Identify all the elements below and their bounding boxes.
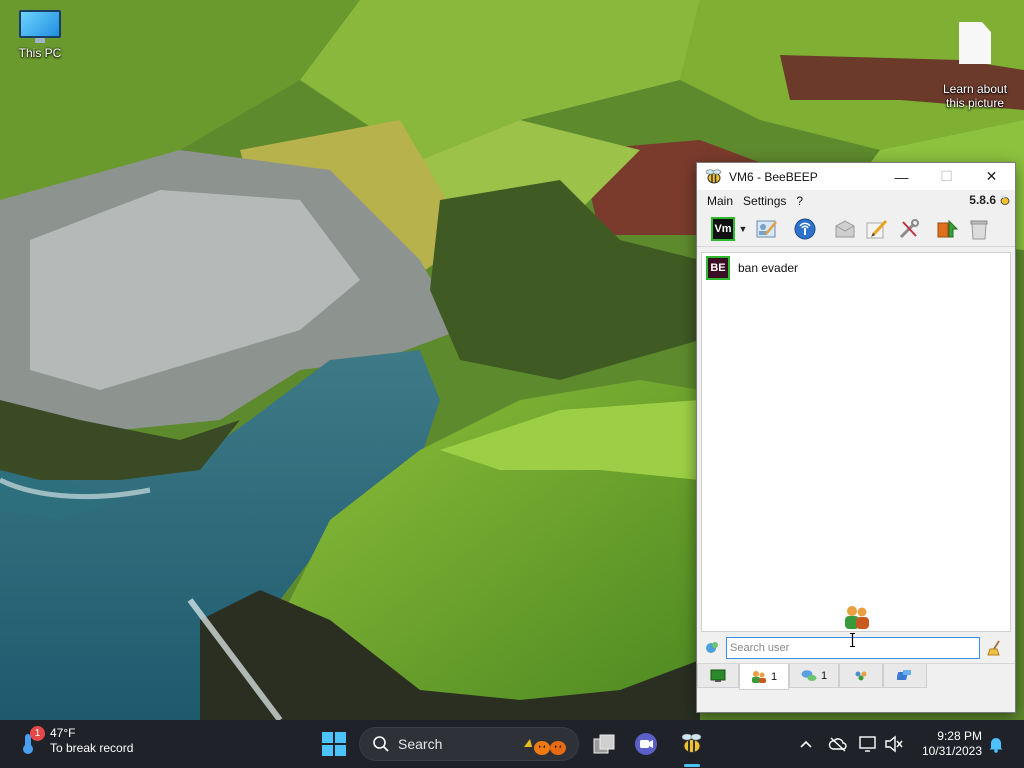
computer-icon [19, 10, 61, 43]
status-button[interactable]: Vm [711, 217, 735, 241]
menu-settings[interactable]: Settings [738, 194, 791, 208]
notifications-button[interactable] [986, 734, 1006, 754]
desktop-icon-learn-about-picture[interactable]: Learn about this picture [934, 8, 1016, 124]
taskbar: 1 47°F To break record Search 9:28 PM 10… [0, 720, 1024, 768]
tools-icon [899, 219, 919, 239]
bee-icon [1000, 195, 1010, 205]
weather-temperature: 47°F [50, 726, 76, 740]
users-icon [842, 603, 872, 631]
minimize-button[interactable]: — [879, 163, 924, 190]
clear-search-button[interactable] [986, 639, 1004, 657]
clock-time: 9:28 PM [937, 729, 982, 743]
bee-icon [705, 168, 723, 185]
tab-local[interactable] [697, 664, 739, 688]
notification-badge: 1 [30, 726, 45, 741]
search-icon [373, 736, 389, 752]
tab-users[interactable]: 1 [739, 664, 789, 690]
display-network-icon [859, 736, 876, 752]
search-label: Search [398, 736, 443, 752]
task-view-button[interactable] [590, 730, 618, 758]
menu-bar: Main Settings ? 5.8.6 [697, 190, 1015, 212]
list-item[interactable]: BE ban evader [702, 253, 1010, 283]
edit-button[interactable] [863, 215, 891, 243]
text-cursor-icon [850, 633, 855, 647]
title-bar[interactable]: VM6 - BeeBEEP — ☐ ✕ [697, 163, 1015, 190]
chevron-down-icon: ▼ [738, 224, 748, 234]
thermometer-icon: 1 [18, 726, 45, 756]
desktop-icon-label: This PC [18, 46, 62, 60]
weather-widget[interactable]: 1 47°F To break record [18, 726, 133, 756]
menu-main[interactable]: Main [702, 194, 738, 208]
trash-icon [970, 220, 988, 240]
start-button[interactable] [322, 732, 346, 756]
document-icon [959, 22, 991, 64]
message-button[interactable] [831, 215, 859, 243]
windows-logo-icon [322, 732, 333, 743]
clock-date: 10/31/2023 [921, 744, 982, 758]
active-app-indicator [684, 764, 700, 767]
broom-icon [987, 640, 1000, 656]
delete-button[interactable] [965, 215, 993, 243]
system-clock[interactable]: 9:28 PM 10/31/2023 [912, 729, 982, 759]
update-icon [937, 219, 959, 238]
tab-chats[interactable]: 1 [789, 664, 839, 688]
bottom-tab-bar: 1 1 [697, 663, 1015, 690]
user-name: ban evader [738, 261, 799, 275]
pen-icon [866, 219, 888, 239]
menu-help[interactable]: ? [791, 194, 808, 208]
halloween-pumpkins-icon [524, 739, 566, 755]
maximize-button[interactable]: ☐ [924, 163, 969, 190]
weather-caption: To break record [50, 741, 134, 755]
network-icon [794, 218, 816, 240]
share-icon [897, 669, 911, 680]
close-button[interactable]: ✕ [969, 163, 1014, 190]
toolbar: Vm ▼ [697, 212, 1015, 247]
onedrive-button[interactable] [828, 734, 848, 754]
network-button[interactable] [791, 215, 819, 243]
tab-share[interactable] [883, 664, 927, 688]
profile-edit-icon [756, 220, 777, 238]
version-label: 5.8.6 [969, 193, 1011, 207]
profile-edit-button[interactable] [753, 215, 781, 243]
speaker-muted-icon [885, 735, 903, 753]
message-icon [835, 220, 855, 238]
volume-button[interactable] [884, 734, 904, 754]
search-filter-icon [704, 640, 720, 656]
network-status-button[interactable] [858, 734, 878, 754]
tab-users-count: 1 [770, 670, 778, 683]
groups-icon [855, 671, 867, 680]
cloud-off-icon [828, 737, 847, 752]
show-hidden-icons-button[interactable] [796, 734, 816, 754]
chevron-up-icon [800, 740, 812, 748]
chat-icon [801, 669, 817, 681]
bee-icon [681, 733, 702, 753]
monitor-icon [710, 669, 726, 682]
update-button[interactable] [933, 215, 961, 243]
desktop-icon-this-pc[interactable]: This PC [0, 10, 80, 60]
video-call-icon [635, 733, 657, 755]
search-bar [701, 635, 1011, 661]
taskbar-search-box[interactable]: Search [359, 727, 579, 761]
meet-app-button[interactable] [632, 730, 660, 758]
desktop-icon-label: Learn about this picture [942, 82, 1008, 110]
tab-chats-count: 1 [820, 669, 828, 682]
window-title: VM6 - BeeBEEP [729, 169, 818, 184]
bell-icon [989, 738, 1003, 753]
beebeep-taskbar-button[interactable] [678, 730, 706, 758]
avatar: BE [706, 256, 730, 280]
task-view-icon [593, 734, 615, 754]
version-number: 5.8.6 [969, 193, 996, 207]
tools-button[interactable] [895, 215, 923, 243]
users-icon [751, 670, 766, 683]
user-list[interactable]: BE ban evader [701, 252, 1011, 632]
status-dropdown-button[interactable]: ▼ [737, 215, 749, 243]
tab-groups[interactable] [839, 664, 883, 688]
